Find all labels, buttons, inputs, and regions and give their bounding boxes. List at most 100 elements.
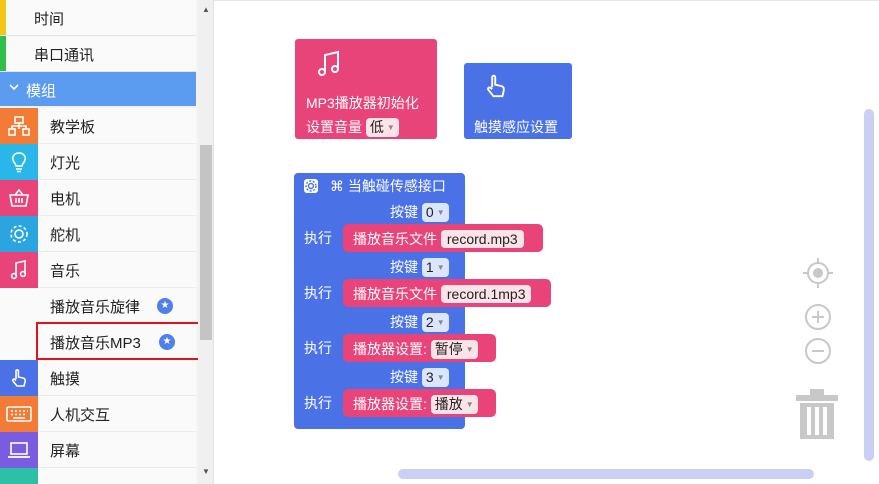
sidebar-item-touch[interactable]: 触摸	[0, 360, 196, 396]
zoom-in-icon[interactable]	[804, 303, 832, 331]
exec-label: 执行	[304, 340, 332, 356]
sidebar-item-label: 音乐	[50, 263, 81, 280]
touch-hand-icon	[487, 74, 505, 98]
dropdown-arrow-icon: ▼	[436, 263, 445, 273]
volume-dropdown[interactable]: 低 ▼	[365, 118, 399, 138]
scroll-down-arrow-icon[interactable]: ▼	[200, 466, 212, 478]
player-setting-block-3[interactable]: 播放器设置: 播放 ▼	[343, 389, 496, 417]
key-row-1: 按键 1 ▼	[390, 257, 449, 278]
key-value: 1	[425, 259, 434, 275]
action-label: 播放音乐文件	[353, 231, 437, 247]
sidebar-item-label: 触摸	[50, 371, 81, 388]
circuit-board-icon	[0, 108, 38, 144]
key-row-2: 按键 2 ▼	[390, 312, 449, 333]
play-file-row: 播放音乐文件 record.1mp3	[353, 284, 532, 304]
key-dropdown-3[interactable]: 3 ▼	[421, 368, 449, 388]
dropdown-arrow-icon: ▼	[465, 400, 474, 410]
sidebar-item-label: 舵机	[50, 227, 81, 244]
key-dropdown-0[interactable]: 0 ▼	[421, 203, 449, 223]
category-modules[interactable]: 模组	[0, 72, 196, 106]
player-setting-block-2[interactable]: 播放器设置: 暂停 ▼	[343, 334, 496, 362]
play-file-block-1[interactable]: 播放音乐文件 record.1mp3	[343, 279, 551, 307]
action-label: 播放音乐文件	[353, 286, 437, 302]
sidebar-item-motor[interactable]: 电机	[0, 180, 196, 216]
touch-setup-title: 触摸感应设置	[474, 119, 558, 135]
key-value: 0	[425, 204, 434, 220]
key-row-3: 按键 3 ▼	[390, 367, 449, 388]
key-row-0: 按键 0 ▼	[390, 202, 449, 223]
exec-label: 执行	[304, 230, 332, 246]
chevron-down-icon	[9, 84, 19, 91]
crosshair-icon[interactable]	[802, 257, 834, 289]
dropdown-arrow-icon: ▼	[465, 345, 474, 355]
player-mode-value: 播放	[434, 396, 463, 412]
sidebar-item-light[interactable]: 灯光	[0, 144, 196, 180]
exec-label: 执行	[304, 395, 332, 411]
dropdown-arrow-icon: ▼	[436, 208, 445, 218]
key-dropdown-2[interactable]: 2 ▼	[421, 313, 449, 333]
key-label: 按键	[390, 259, 418, 275]
player-mode-dropdown-2[interactable]: 暂停 ▼	[430, 340, 478, 360]
sidebar-subitem-label: 播放音乐旋律	[50, 299, 141, 316]
sidebar-subitem-play-melody[interactable]: 播放音乐旋律 ★	[0, 288, 196, 324]
dropdown-arrow-icon: ▼	[436, 318, 445, 328]
workspace-horizontal-scrollbar[interactable]	[398, 469, 814, 479]
block-workspace[interactable]: MP3播放器初始化 设置音量 低 ▼ 触摸感应设置 ⌘ 当触碰传感接口 按键 0 ▼…	[214, 0, 879, 484]
exec-label: 执行	[304, 285, 332, 301]
category-time[interactable]: 时间	[0, 0, 196, 36]
sidebar-item-hci[interactable]: 人机交互	[0, 396, 196, 432]
keyboard-icon	[0, 396, 38, 432]
sidebar-item-servo[interactable]: 舵机	[0, 216, 196, 252]
block-settings-gear-icon[interactable]	[304, 179, 318, 193]
event-header-label: 当触碰传感接口	[347, 178, 446, 194]
player-mode-dropdown-3[interactable]: 播放 ▼	[430, 395, 478, 415]
volume-row: 设置音量 低 ▼	[306, 117, 399, 138]
sidebar-item-label: 灯光	[50, 155, 81, 172]
key-value: 2	[425, 314, 434, 330]
sidebar-item-label: 电机	[50, 191, 81, 208]
player-setting-row: 播放器设置: 播放 ▼	[353, 394, 478, 415]
selection-highlight	[36, 322, 200, 360]
laptop-icon	[0, 432, 38, 468]
category-label: 串口通讯	[34, 47, 95, 64]
touch-hand-icon	[0, 360, 38, 396]
mp3-init-block[interactable]: MP3播放器初始化 设置音量 低 ▼	[295, 39, 437, 139]
key-value: 3	[425, 369, 434, 385]
dropdown-arrow-icon: ▼	[436, 373, 445, 383]
player-mode-value: 暂停	[434, 341, 463, 357]
filename-field-0[interactable]: record.mp3	[440, 230, 524, 248]
event-header: ⌘ 当触碰传感接口	[330, 176, 446, 196]
category-serial[interactable]: 串口通讯	[0, 36, 196, 72]
star-icon: ★	[157, 298, 173, 314]
lightbulb-icon	[0, 144, 38, 180]
category-color-bar	[0, 0, 6, 35]
key-label: 按键	[390, 369, 418, 385]
volume-label: 设置音量	[306, 119, 362, 135]
key-dropdown-1[interactable]: 1 ▼	[421, 258, 449, 278]
sidebar-item-music[interactable]: 音乐	[0, 252, 196, 288]
motor-basket-icon	[0, 180, 38, 216]
zoom-out-icon[interactable]	[804, 337, 832, 365]
gear-icon	[0, 216, 38, 252]
touch-setup-block[interactable]: 触摸感应设置	[464, 63, 572, 139]
player-setting-row: 播放器设置: 暂停 ▼	[353, 339, 478, 360]
command-icon: ⌘	[330, 178, 344, 194]
scroll-up-arrow-icon[interactable]: ▲	[200, 4, 212, 16]
play-file-row: 播放音乐文件 record.mp3	[353, 229, 524, 249]
play-file-block-0[interactable]: 播放音乐文件 record.mp3	[343, 224, 543, 252]
action-label: 播放器设置:	[353, 341, 427, 357]
sidebar-scrollbar-thumb[interactable]	[200, 145, 212, 340]
sidebar-item-screen[interactable]: 屏幕	[0, 432, 196, 468]
trash-icon[interactable]	[794, 387, 840, 441]
workspace-vertical-scrollbar[interactable]	[864, 109, 874, 461]
key-label: 按键	[390, 204, 418, 220]
volume-value: 低	[369, 119, 384, 135]
category-color-bar	[0, 36, 6, 71]
filename-value: record.1mp3	[446, 286, 526, 302]
sidebar-item-label: 人机交互	[50, 407, 111, 424]
key-label: 按键	[390, 314, 418, 330]
filename-field-1[interactable]: record.1mp3	[440, 285, 532, 303]
sidebar-item-partial[interactable]	[0, 468, 196, 484]
sidebar-item-teaching-board[interactable]: 教学板	[0, 108, 196, 144]
filename-value: record.mp3	[446, 231, 518, 247]
